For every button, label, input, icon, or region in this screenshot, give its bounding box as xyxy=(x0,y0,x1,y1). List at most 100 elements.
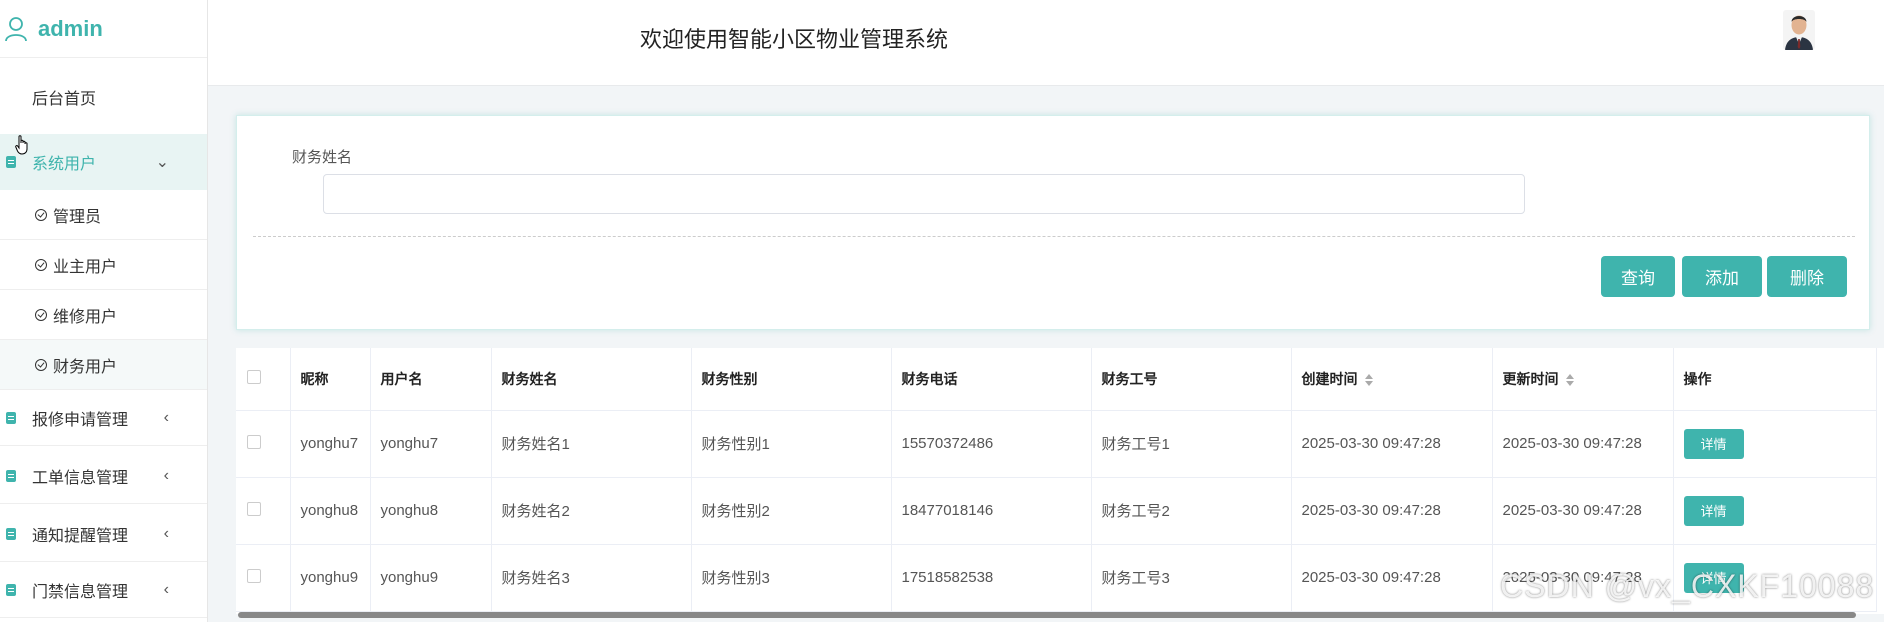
table-cell: 17518582538 xyxy=(891,544,1092,612)
table-row: yonghu7 yonghu7 财务姓名1 财务性别1 15570372486 … xyxy=(236,410,1877,478)
sidebar-item-notifications[interactable]: 通知提醒管理 ‹ xyxy=(0,506,207,562)
search-label: 财务姓名 xyxy=(292,149,353,166)
row-checkbox[interactable] xyxy=(247,501,261,516)
query-button[interactable]: 查询 xyxy=(1601,256,1675,297)
column-header-label: 更新时间 xyxy=(1502,370,1559,387)
sidebar-item-label: 工单信息管理 xyxy=(32,469,129,487)
table-cell: yonghu8 xyxy=(370,477,492,545)
sidebar-subitem-label: 管理员 xyxy=(53,208,102,226)
brand-name: admin xyxy=(38,15,103,41)
sort-icon[interactable] xyxy=(1364,373,1374,387)
table-header-row: 昵称 用户名 财务姓名 财务性别 财务电话 财务工号 创建时间 更新时间 操作 xyxy=(236,348,1877,411)
table-cell: 财务姓名1 xyxy=(491,410,692,478)
horizontal-scrollbar[interactable] xyxy=(238,612,1856,618)
column-header-sortable[interactable]: 更新时间 xyxy=(1492,348,1674,411)
table-cell: 财务姓名3 xyxy=(491,544,692,612)
sidebar-subitem-label: 财务用户 xyxy=(53,358,118,376)
check-circle-icon xyxy=(35,308,47,321)
sidebar-item-system-users[interactable]: 系统用户 ⌄ xyxy=(0,134,207,190)
table-cell: 财务性别1 xyxy=(691,410,892,478)
sort-icon[interactable] xyxy=(1565,373,1575,387)
row-checkbox[interactable] xyxy=(247,568,261,583)
detail-button[interactable]: 详情 xyxy=(1683,495,1744,526)
chevron-left-icon: ‹ xyxy=(163,524,169,542)
sidebar-subitem-admin[interactable]: 管理员 xyxy=(0,190,207,240)
sidebar-item-label: 报修申请管理 xyxy=(32,411,129,429)
table-cell: 财务工号1 xyxy=(1091,410,1292,478)
sidebar-item-work-orders[interactable]: 工单信息管理 ‹ xyxy=(0,448,207,504)
avatar[interactable] xyxy=(1783,10,1815,50)
sidebar-item-label: 通知提醒管理 xyxy=(32,527,129,545)
divider xyxy=(253,236,1855,237)
avatar-image xyxy=(1783,10,1815,50)
check-circle-icon xyxy=(35,358,47,371)
column-header: 财务电话 xyxy=(891,348,1092,411)
chevron-down-icon: ⌄ xyxy=(155,154,169,171)
chevron-left-icon: ‹ xyxy=(163,466,169,484)
table-cell: 财务工号2 xyxy=(1091,477,1292,545)
brand: admin xyxy=(0,0,207,58)
document-icon xyxy=(6,469,16,482)
table-cell: 18477018146 xyxy=(891,477,1092,545)
search-panel: 财务姓名 查询 添加 删除 xyxy=(236,115,1870,330)
table-cell: 财务姓名2 xyxy=(491,477,692,545)
check-circle-icon xyxy=(35,258,47,271)
column-header-label: 创建时间 xyxy=(1301,370,1358,387)
row-select-cell xyxy=(236,410,291,478)
chevron-left-icon: ‹ xyxy=(163,580,169,598)
table-cell: 财务性别2 xyxy=(691,477,892,545)
table-cell: 2025-03-30 09:47:28 xyxy=(1291,544,1493,612)
delete-button[interactable]: 删除 xyxy=(1767,256,1847,297)
document-icon xyxy=(6,527,16,540)
sidebar-item-label: 系统用户 xyxy=(32,156,97,173)
table-cell: 2025-03-30 09:47:28 xyxy=(1492,410,1674,478)
sidebar-subitem-repair-users[interactable]: 维修用户 xyxy=(0,290,207,340)
table-cell: yonghu8 xyxy=(290,477,371,545)
table-cell: 2025-03-30 09:47:28 xyxy=(1492,477,1674,545)
sidebar-item-label: 后台首页 xyxy=(32,91,97,108)
table-cell: yonghu7 xyxy=(370,410,492,478)
table-cell: 15570372486 xyxy=(891,410,1092,478)
hand-cursor-icon xyxy=(15,135,28,155)
select-all-checkbox[interactable] xyxy=(247,370,261,385)
row-select-cell xyxy=(236,477,291,545)
sidebar: admin 后台首页 系统用户 ⌄ 管理员 业主用户 维修用户 财务用户 报修申… xyxy=(0,0,208,622)
user-icon xyxy=(5,16,27,41)
table-cell: 财务性别3 xyxy=(691,544,892,612)
column-header-sortable[interactable]: 创建时间 xyxy=(1291,348,1493,411)
action-cell: 详情 xyxy=(1673,410,1877,478)
sidebar-item-label: 门禁信息管理 xyxy=(32,583,129,601)
row-checkbox[interactable] xyxy=(247,434,261,449)
sidebar-item-repair-requests[interactable]: 报修申请管理 ‹ xyxy=(0,390,207,446)
table-cell: 2025-03-30 09:47:28 xyxy=(1291,410,1493,478)
select-all-cell xyxy=(236,348,291,411)
finance-name-input[interactable] xyxy=(323,174,1525,214)
document-icon xyxy=(6,583,16,596)
row-select-cell xyxy=(236,544,291,612)
column-header: 财务性别 xyxy=(691,348,892,411)
sidebar-subitem-finance-users[interactable]: 财务用户 xyxy=(0,340,207,390)
chevron-left-icon: ‹ xyxy=(163,408,169,426)
check-circle-icon xyxy=(35,208,47,221)
table-cell: 2025-03-30 09:47:28 xyxy=(1291,477,1493,545)
action-cell: 详情 xyxy=(1673,477,1877,545)
sidebar-subitem-owner-users[interactable]: 业主用户 xyxy=(0,240,207,290)
table-cell: 财务工号3 xyxy=(1091,544,1292,612)
document-icon xyxy=(6,411,16,424)
top-header: 欢迎使用智能小区物业管理系统 xyxy=(208,0,1884,86)
detail-button[interactable]: 详情 xyxy=(1683,428,1744,459)
sidebar-subitem-label: 业主用户 xyxy=(53,258,118,276)
column-header: 财务工号 xyxy=(1091,348,1292,411)
table-cell: yonghu9 xyxy=(370,544,492,612)
column-header: 用户名 xyxy=(370,348,492,411)
column-header: 财务姓名 xyxy=(491,348,692,411)
table-row: yonghu8 yonghu8 财务姓名2 财务性别2 18477018146 … xyxy=(236,477,1877,545)
sidebar-item-access-control[interactable]: 门禁信息管理 ‹ xyxy=(0,562,207,618)
column-header: 昵称 xyxy=(290,348,371,411)
page-title: 欢迎使用智能小区物业管理系统 xyxy=(640,27,949,52)
add-button[interactable]: 添加 xyxy=(1682,256,1762,297)
table-cell: yonghu7 xyxy=(290,410,371,478)
table-cell: yonghu9 xyxy=(290,544,371,612)
sidebar-subitem-label: 维修用户 xyxy=(53,308,118,326)
sidebar-item-home[interactable]: 后台首页 xyxy=(0,72,207,122)
